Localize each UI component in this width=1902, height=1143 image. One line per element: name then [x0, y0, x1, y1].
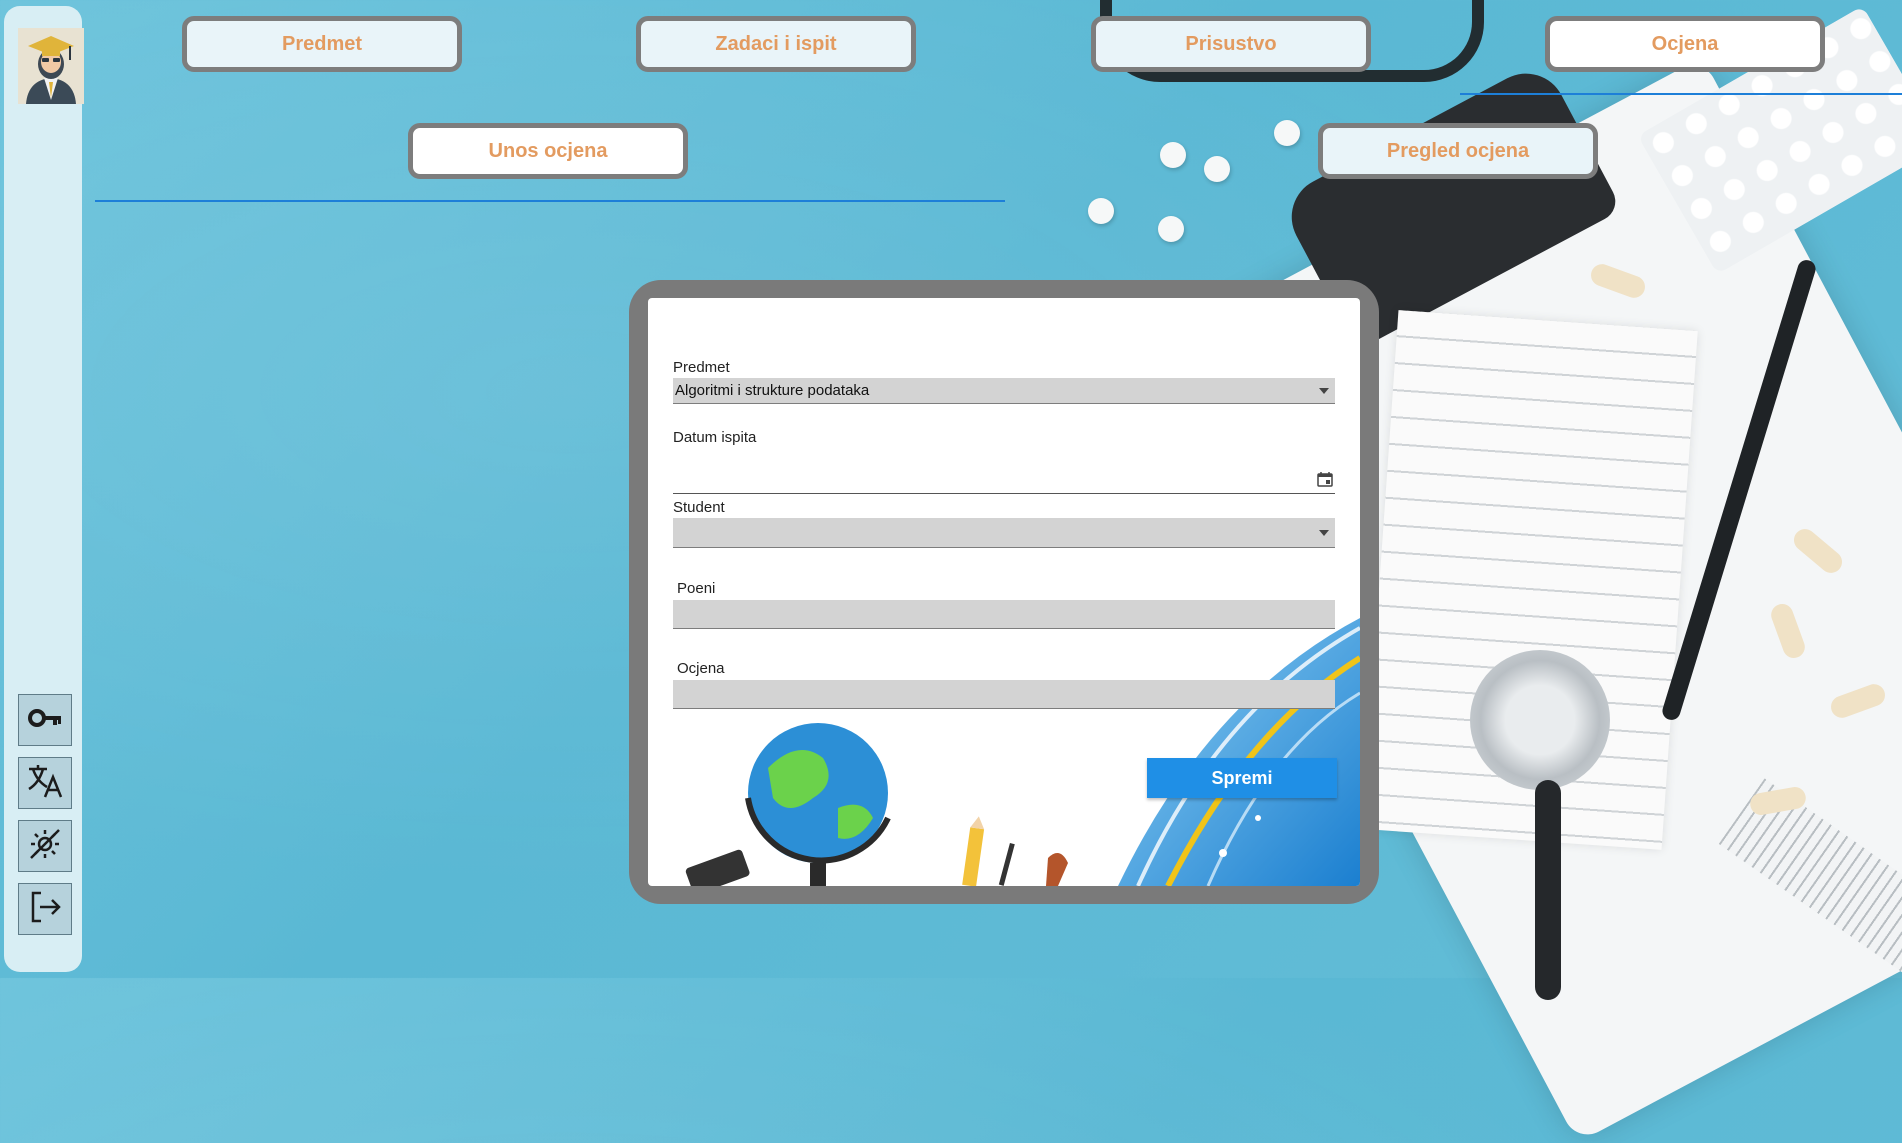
poeni-input[interactable] [673, 600, 1335, 629]
background-ruler [1718, 778, 1902, 982]
background-pill [1160, 142, 1186, 168]
chevron-down-icon [1319, 529, 1329, 536]
background-stethoscope [1470, 650, 1610, 790]
background-pill [1158, 216, 1184, 242]
background-pill [1088, 198, 1114, 224]
predmet-selected-value: Algoritmi i strukture podataka [675, 382, 870, 399]
student-label: Student [673, 499, 725, 516]
translate-icon [25, 761, 65, 805]
background-capsule [1827, 681, 1889, 721]
chevron-down-icon [1319, 387, 1329, 394]
graduate-avatar-icon[interactable] [18, 28, 84, 104]
background-notepad [1362, 310, 1698, 850]
background-pill [1274, 120, 1300, 146]
background-stethoscope-tube [1535, 780, 1561, 1000]
background-capsule [1748, 785, 1808, 817]
background-pen [1660, 257, 1818, 723]
logout-icon [25, 887, 65, 931]
theme-toggle-icon [25, 824, 65, 868]
change-password-button[interactable] [18, 694, 72, 746]
calendar-icon[interactable] [1317, 471, 1333, 487]
ocjena-label: Ocjena [677, 660, 725, 677]
subtab-unos-ocjena[interactable]: Unos ocjena [408, 123, 688, 179]
ocjena-input[interactable] [673, 680, 1335, 709]
background-capsule [1587, 261, 1649, 301]
predmet-select[interactable]: Algoritmi i strukture podataka [673, 378, 1335, 404]
background-capsule [1789, 524, 1847, 578]
theme-toggle-button[interactable] [18, 820, 72, 872]
datum-ispita-picker[interactable] [673, 464, 1335, 494]
key-icon [25, 698, 65, 742]
student-select[interactable] [673, 518, 1335, 548]
poeni-label: Poeni [677, 580, 716, 597]
datum-ispita-label: Datum ispita [673, 429, 757, 446]
tab-predmet[interactable]: Predmet [182, 16, 462, 72]
tab-ocjena[interactable]: Ocjena [1545, 16, 1825, 72]
save-button[interactable]: Spremi [1147, 758, 1337, 798]
logout-button[interactable] [18, 883, 72, 935]
grade-entry-form: Predmet Algoritmi i strukture podataka D… [648, 298, 1360, 886]
tab-zadaci-i-ispit[interactable]: Zadaci i ispit [636, 16, 916, 72]
language-button[interactable] [18, 757, 72, 809]
background-pill [1204, 156, 1230, 182]
tab-ocjena-underline [1460, 93, 1902, 95]
subtab-pregled-ocjena[interactable]: Pregled ocjena [1318, 123, 1598, 179]
background-capsule [1768, 600, 1808, 662]
subtab-unos-underline [95, 200, 1005, 202]
predmet-label: Predmet [673, 359, 730, 376]
tab-prisustvo[interactable]: Prisustvo [1091, 16, 1371, 72]
